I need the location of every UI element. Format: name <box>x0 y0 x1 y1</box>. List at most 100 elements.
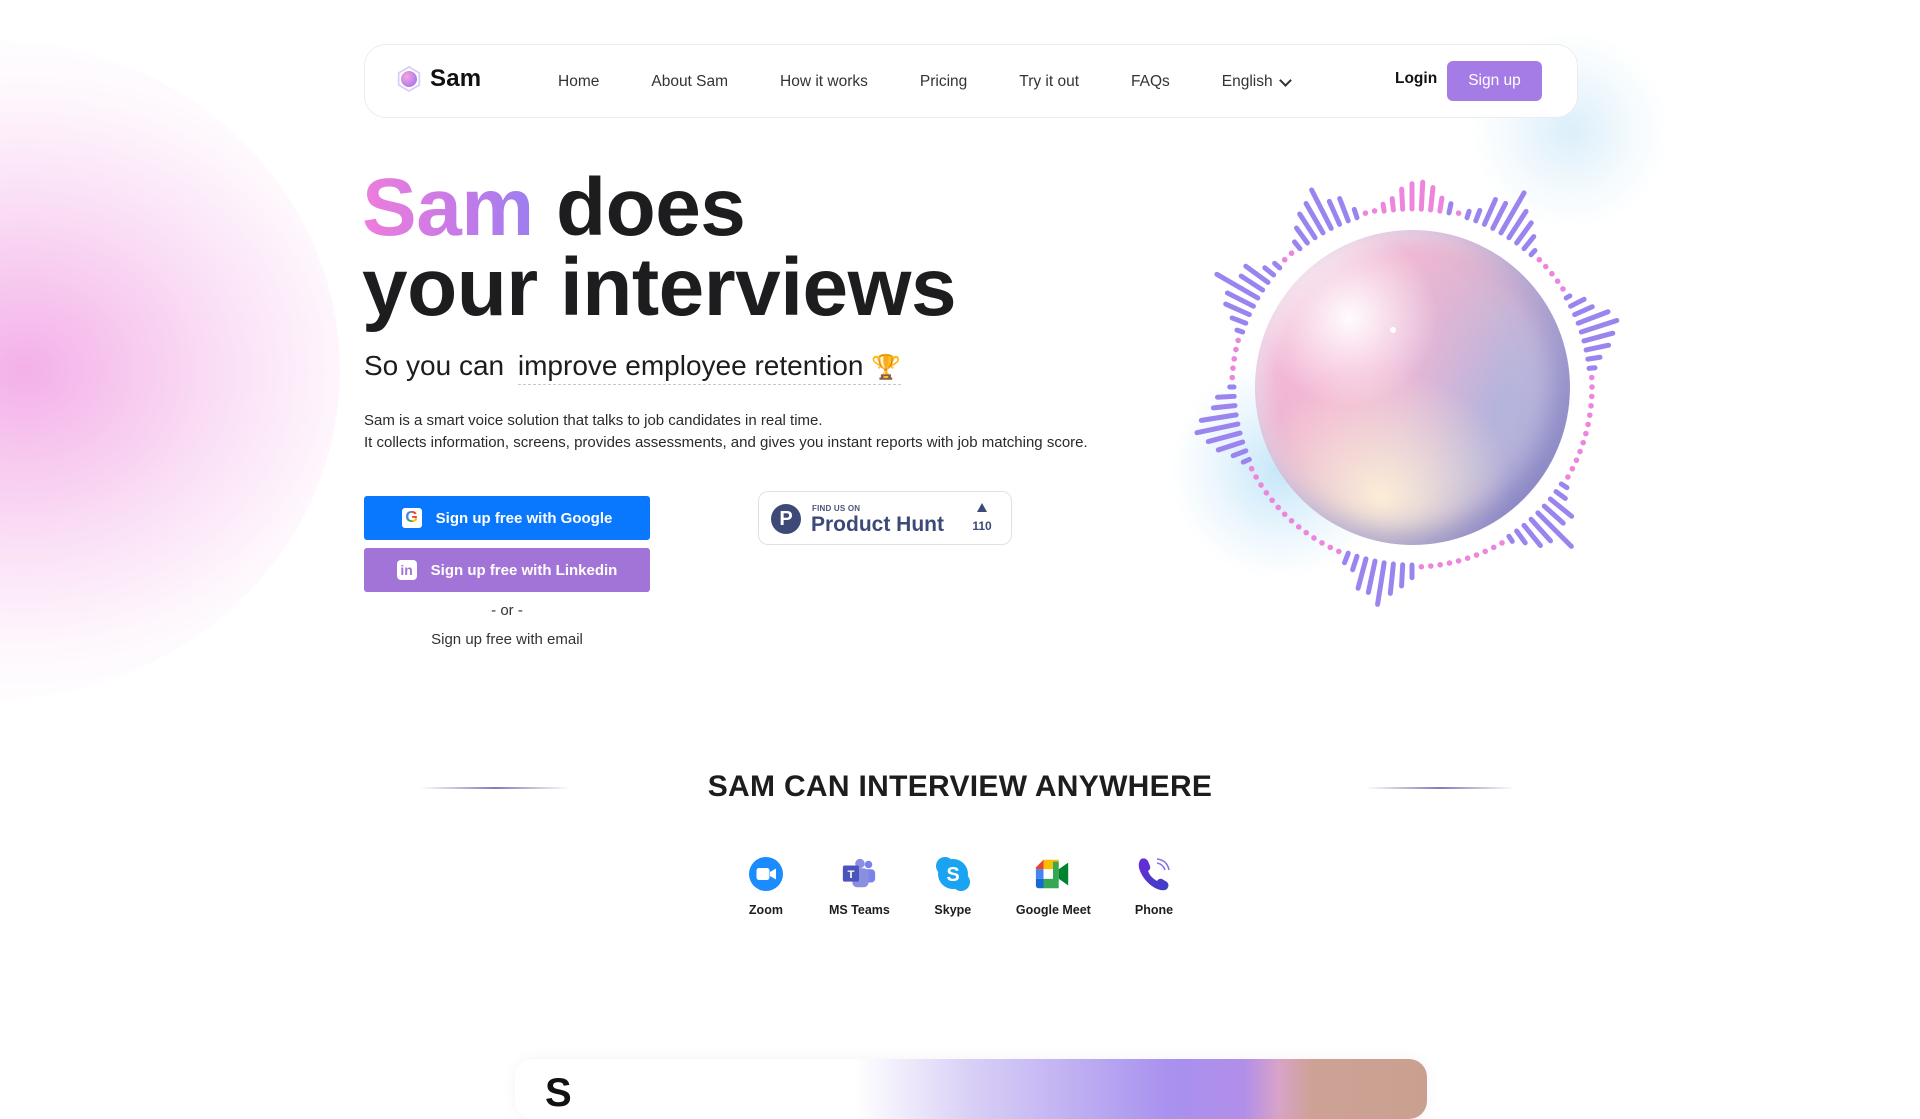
ms-teams-icon: T <box>840 855 878 893</box>
description-line: Sam is a smart voice solution that talks… <box>364 412 823 429</box>
platform-label: Google Meet <box>1015 903 1091 917</box>
waveform-bar <box>1514 528 1528 546</box>
waveform-dot <box>1288 517 1295 524</box>
waveform-dot <box>1569 465 1576 472</box>
svg-text:S: S <box>946 864 959 886</box>
waveform-bar <box>1428 185 1436 213</box>
waveform-bar <box>1389 196 1396 213</box>
waveform-bar <box>1581 330 1616 344</box>
waveform-dot <box>1455 558 1462 564</box>
waveform-bar <box>1585 354 1603 362</box>
login-link[interactable]: Login <box>1395 70 1437 88</box>
product-hunt-logo-icon: P <box>771 504 801 534</box>
google-meet-icon <box>1034 855 1072 893</box>
waveform-bar <box>1194 421 1241 436</box>
waveform-dot <box>1235 337 1241 344</box>
language-selector[interactable]: English <box>1222 73 1292 91</box>
waveform-dot <box>1418 563 1425 570</box>
signup-linkedin-button[interactable]: in Sign up free with Linkedin <box>364 548 650 592</box>
waveform-bar <box>1563 293 1573 301</box>
waveform-dot <box>1263 490 1270 496</box>
waveform-bar <box>1240 456 1252 465</box>
platform-ms-teams[interactable]: T MS Teams <box>829 855 890 917</box>
google-icon: G <box>401 508 422 528</box>
waveform-dot <box>1482 548 1489 555</box>
waveform-dot <box>1588 374 1595 381</box>
waveform-bar <box>1572 304 1595 318</box>
waveform-bar <box>1498 190 1527 236</box>
nav-pricing[interactable]: Pricing <box>920 73 967 91</box>
waveform-bar <box>1292 239 1303 252</box>
waveform-dot <box>1455 210 1462 216</box>
waveform-bar <box>1210 403 1238 411</box>
waveform-dot <box>1311 535 1317 541</box>
nav-faqs[interactable]: FAQs <box>1131 73 1170 91</box>
waveform-bar <box>1272 260 1283 271</box>
waveform-dot <box>1577 448 1583 455</box>
platform-google-meet[interactable]: Google Meet <box>1016 855 1091 917</box>
chevron-down-icon <box>1278 73 1292 87</box>
brand-logo[interactable]: Sam <box>396 65 481 93</box>
product-hunt-caption: FIND US ON <box>812 504 861 513</box>
phone-icon <box>1135 855 1173 893</box>
platform-zoom[interactable]: Zoom <box>747 855 785 917</box>
signup-button[interactable]: Sign up <box>1447 61 1542 101</box>
waveform-dot <box>1230 365 1236 371</box>
platform-label: Phone <box>1134 903 1174 917</box>
waveform-bar <box>1355 556 1369 591</box>
linkedin-icon: in <box>396 560 417 580</box>
signup-google-button[interactable]: G Sign up free with Google <box>364 496 650 540</box>
waveform-bar <box>1326 198 1343 227</box>
or-divider: - or - <box>491 602 523 619</box>
skype-icon: S <box>934 855 972 893</box>
waveform-dot <box>1585 421 1591 428</box>
feature-card-heading: S <box>545 1071 572 1115</box>
background-pink-glow <box>0 40 340 700</box>
waveform-bar <box>1521 234 1537 252</box>
platform-phone[interactable]: Phone <box>1135 855 1173 917</box>
waveform-dot <box>1437 561 1443 568</box>
waveform-dot <box>1288 250 1295 257</box>
hero-subtitle: So you can improve employee retention 🏆 <box>364 350 902 385</box>
waveform-bar <box>1399 186 1406 212</box>
waveform-bar <box>1558 481 1570 491</box>
waveform-dot <box>1565 474 1571 480</box>
waveform-bar <box>1365 558 1378 595</box>
google-button-label: Sign up free with Google <box>435 509 613 527</box>
waveform-dot <box>1248 465 1255 472</box>
waveform-dot <box>1560 286 1566 292</box>
nav-try-it-out[interactable]: Try it out <box>1019 73 1079 91</box>
waveform-bar <box>1234 327 1246 335</box>
orb-highlight <box>1390 327 1396 333</box>
signup-email-link[interactable]: Sign up free with email <box>364 631 650 648</box>
platform-skype[interactable]: S Skype <box>934 855 972 917</box>
waveform-bar <box>1262 265 1277 278</box>
waveform-bar <box>1387 561 1396 596</box>
waveform-dot <box>1275 504 1282 511</box>
waveform-dot <box>1473 552 1480 558</box>
nav-home[interactable]: Home <box>558 73 599 91</box>
top-navigation: Sam Home About Sam How it works Pricing … <box>364 44 1578 118</box>
product-hunt-badge[interactable]: P FIND US ON Product Hunt 110 <box>758 491 1012 545</box>
waveform-bar <box>1464 208 1472 221</box>
upvote-count: 110 <box>972 519 992 533</box>
waveform-dot <box>1362 210 1369 216</box>
waveform-dot <box>1589 384 1595 390</box>
subtitle-prefix: So you can <box>364 350 505 381</box>
waveform-bar <box>1223 301 1252 318</box>
waveform-dot <box>1258 482 1264 488</box>
nav-links: Home About Sam How it works Pricing Try … <box>558 45 1292 119</box>
description-line: It collects information, screens, provid… <box>364 434 1088 451</box>
waveform-dot <box>1281 511 1288 518</box>
product-hunt-name: Product Hunt <box>811 513 944 536</box>
section-title: SAM CAN INTERVIEW ANYWHERE <box>707 770 1213 803</box>
nav-how-it-works[interactable]: How it works <box>780 73 868 91</box>
waveform-dot <box>1549 270 1555 277</box>
waveform-dot <box>1542 263 1549 270</box>
waveform-bar <box>1294 225 1310 246</box>
hero-description: Sam is a smart voice solution that talks… <box>364 410 1088 454</box>
waveform-bar <box>1350 553 1360 573</box>
waveform-bar <box>1586 365 1598 371</box>
waveform-bar <box>1528 247 1538 258</box>
nav-about-sam[interactable]: About Sam <box>651 73 728 91</box>
